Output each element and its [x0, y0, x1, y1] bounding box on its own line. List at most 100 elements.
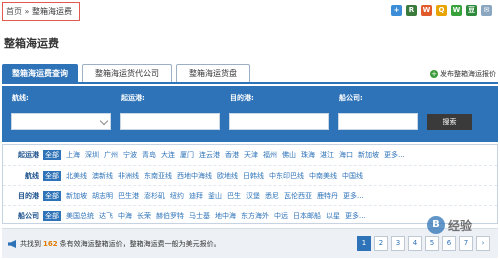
filter-option[interactable]: 中国线	[342, 171, 363, 181]
filter-option[interactable]: 全部	[43, 170, 61, 181]
page-button[interactable]: 2	[374, 236, 388, 251]
qzone-icon[interactable]: Q	[436, 5, 447, 16]
filter-row: 航线 全部 北美线 澳新线 非洲线 东南亚线 西地中海线 欧地线 日韩线 中东印巴线 中南美线 中国线	[3, 165, 497, 185]
filter-option[interactable]: 大连	[161, 150, 175, 160]
filter-option[interactable]: 青岛	[142, 150, 156, 160]
filter-row: 起运港 全部 上海 深圳 广州 宁波 青岛 大连 厦门 连云港 香港 天津 福州 佛山 珠海 湛江 海口 新加坡更…	[3, 145, 497, 165]
filter-row: 目的港 全部 新加坡 胡志明 巴生港 澎杉矶 纽约 迪拜 釜山 巴生 汉堡 悉尼 瓦伦西亚 鹿特丹 更多..…	[3, 185, 497, 205]
filter-option[interactable]: 新加坡	[358, 150, 379, 160]
page-button[interactable]: 4	[408, 236, 422, 251]
filter-option[interactable]: 巴生港	[118, 191, 139, 201]
filter-option[interactable]: 广州	[104, 150, 118, 160]
filter-option[interactable]: 马士基	[189, 211, 210, 221]
page-button[interactable]: 7	[459, 236, 473, 251]
filter-option[interactable]: 福州	[263, 150, 277, 160]
filter-option[interactable]: 悉尼	[265, 191, 279, 201]
filter-option[interactable]: 釜山	[208, 191, 222, 201]
page-button[interactable]: 5	[425, 236, 439, 251]
douban-icon[interactable]: 豆	[466, 5, 477, 16]
weibo-icon[interactable]: W	[421, 5, 432, 16]
filter-option[interactable]: 湛江	[320, 150, 334, 160]
filter-option[interactable]: 更多...	[343, 191, 364, 201]
filter-option[interactable]: 东方海外	[241, 211, 269, 221]
filter-option[interactable]: 香港	[225, 150, 239, 160]
tab-fcl-forwarders[interactable]: 整箱海运货代公司	[82, 64, 172, 82]
page-title: 整箱海运费	[4, 37, 59, 50]
filter-option[interactable]: 赫伯罗特	[156, 211, 184, 221]
page-button[interactable]: 3	[391, 236, 405, 251]
filter-option[interactable]: 新加坡	[66, 191, 87, 201]
result-summary: 共找到 162 条有效海运整箱运价，整箱海运费一般为美元报价。	[8, 239, 221, 249]
filter-option[interactable]: 瓦伦西亚	[284, 191, 312, 201]
filter-option[interactable]: 全部	[43, 190, 61, 201]
filter-option[interactable]: 天津	[244, 150, 258, 160]
filter-option[interactable]: 更多...	[384, 150, 405, 160]
renren-icon[interactable]: R	[406, 5, 417, 16]
filter-option[interactable]: 巴生	[227, 191, 241, 201]
publish-quote-label: 发布整箱海运报价	[440, 70, 496, 78]
filter-option[interactable]: 佛山	[282, 150, 296, 160]
filter-option[interactable]: 日韩线	[243, 171, 264, 181]
page-button[interactable]: 1	[357, 236, 371, 251]
filter-option[interactable]: 北美线	[66, 171, 87, 181]
filter-option[interactable]: 非洲线	[118, 171, 139, 181]
publish-quote-link[interactable]: + 发布整箱海运报价	[430, 69, 496, 79]
destination-port-input[interactable]	[229, 113, 329, 130]
filter-option[interactable]: 澳新线	[92, 171, 113, 181]
filter-option[interactable]: 更多...	[345, 211, 366, 221]
wechat-icon[interactable]: W	[451, 5, 462, 16]
filter-option[interactable]: 中东印巴线	[269, 171, 304, 181]
filter-option[interactable]: 长荣	[137, 211, 151, 221]
origin-port-input[interactable]	[120, 113, 220, 130]
filter-option[interactable]: 澎杉矶	[144, 191, 165, 201]
pagination: 1 2 3 4 5 6 7 ›	[357, 236, 490, 251]
filter-option[interactable]: 海口	[339, 150, 353, 160]
search-button[interactable]: 搜索	[427, 114, 472, 130]
filter-option[interactable]: 厦门	[180, 150, 194, 160]
filter-option[interactable]: 美国总统	[66, 211, 94, 221]
speaker-icon	[8, 240, 16, 248]
filter-option[interactable]: 日本邮船	[293, 211, 321, 221]
carrier-label: 船公司:	[339, 94, 363, 102]
filter-option[interactable]: 连云港	[199, 150, 220, 160]
add-icon[interactable]: +	[391, 5, 402, 16]
filter-option[interactable]: 宁波	[123, 150, 137, 160]
filter-option[interactable]: 纽约	[170, 191, 184, 201]
result-prefix: 共找到	[20, 240, 41, 248]
filter-option[interactable]: 鹿特丹	[317, 191, 338, 201]
filter-option[interactable]: 迪拜	[189, 191, 203, 201]
result-suffix: 条有效海运整箱运价，整箱海运费一般为美元报价。	[59, 240, 221, 248]
baidu-paw-icon: B	[426, 216, 445, 234]
filter-option[interactable]: 地中海	[215, 211, 236, 221]
result-footer: 共找到 162 条有效海运整箱运价，整箱海运费一般为美元报价。 1 2 3 4 5 6 7 ›	[2, 228, 498, 258]
filter-option[interactable]: 上海	[66, 150, 80, 160]
filter-option[interactable]: 东南亚线	[144, 171, 172, 181]
tab-underline	[2, 82, 498, 84]
page-button[interactable]: 6	[442, 236, 456, 251]
filter-option[interactable]: 中远	[274, 211, 288, 221]
filter-option[interactable]: 胡志明	[92, 191, 113, 201]
breadcrumb-current: 整箱海运费	[32, 7, 72, 16]
filter-option[interactable]: 欧地线	[217, 171, 238, 181]
breadcrumb-home[interactable]: 首页	[6, 7, 22, 16]
filter-row-label: 航线	[25, 171, 39, 180]
filter-option[interactable]: 珠海	[301, 150, 315, 160]
filter-row: 船公司 全部 美国总统 达飞 中海 长荣 赫伯罗特 马士基 地中海 东方海外 中远 日本邮船 以星 更多.…	[3, 205, 497, 225]
tab-fcl-rate-query[interactable]: 整箱海运费查询	[2, 64, 78, 82]
destination-port-label: 目的港:	[230, 94, 254, 102]
filter-option[interactable]: 西地中海线	[177, 171, 212, 181]
filter-option[interactable]: 达飞	[99, 211, 113, 221]
route-select[interactable]	[11, 113, 111, 130]
filter-option[interactable]: 以星	[326, 211, 340, 221]
next-page-button[interactable]: ›	[476, 236, 490, 251]
filter-option[interactable]: 全部	[43, 150, 61, 160]
email-icon[interactable]: ✉	[481, 5, 492, 16]
filter-option[interactable]: 中海	[118, 211, 132, 221]
tab-fcl-cargo[interactable]: 整箱海运货盘	[176, 64, 250, 82]
filter-option[interactable]: 中南美线	[309, 171, 337, 181]
filter-row-label: 起运港	[18, 151, 39, 159]
filter-option[interactable]: 全部	[43, 210, 61, 221]
carrier-input[interactable]	[338, 113, 418, 130]
filter-option[interactable]: 汉堡	[246, 191, 260, 201]
filter-option[interactable]: 深圳	[85, 150, 99, 160]
